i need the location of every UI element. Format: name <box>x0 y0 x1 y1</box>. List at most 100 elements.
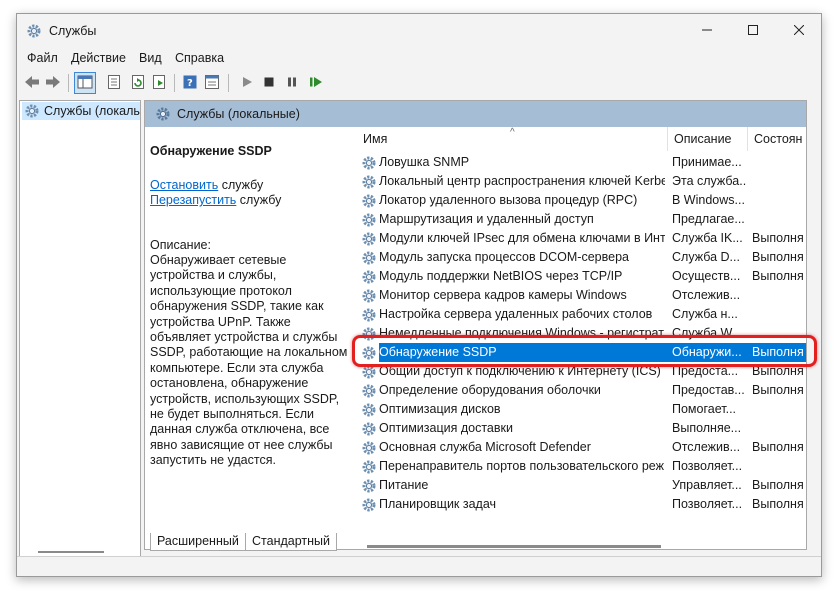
column-status-label: Состоян <box>754 132 803 146</box>
selected-service-title: Обнаружение SSDP <box>150 144 272 158</box>
table-row[interactable]: Локальный центр распространения ключей K… <box>357 172 806 191</box>
service-name-cell: Определение оборудования оболочки <box>361 381 665 400</box>
table-row[interactable]: Планировщик задач Позволяет... Выполня <box>357 495 806 514</box>
table-row[interactable]: Модуль запуска процессов DCOM-сервера Слу… <box>357 248 806 267</box>
forward-button[interactable] <box>42 72 64 94</box>
gear-icon <box>361 326 377 342</box>
console-button[interactable] <box>201 72 223 94</box>
menu-view[interactable]: Вид <box>139 51 162 65</box>
table-row[interactable]: Перенаправитель портов пользовательского… <box>357 457 806 476</box>
gear-icon <box>361 212 377 228</box>
gear-icon <box>361 478 377 494</box>
table-row[interactable]: Общий доступ к подключению к Интернету (… <box>357 362 806 381</box>
gear-icon <box>24 103 40 119</box>
menu-action[interactable]: Действие <box>71 51 126 65</box>
service-name: Оптимизация доставки <box>379 421 513 435</box>
service-status: Выполня <box>752 497 804 511</box>
column-headers: ^ Имя Описание Состоян <box>357 127 806 151</box>
service-description: Осуществ... <box>672 269 741 283</box>
service-description-panel: Обнаружение SSDP Остановить службу Перез… <box>145 127 357 549</box>
service-description: Управляет... <box>672 478 742 492</box>
restart-service-button[interactable] <box>305 72 327 94</box>
pause-service-button[interactable] <box>281 72 303 94</box>
gear-icon <box>361 459 377 475</box>
table-row[interactable]: Модуль поддержки NetBIOS через TCP/IP Осу… <box>357 267 806 286</box>
gear-icon <box>155 106 171 122</box>
refresh-button[interactable] <box>127 72 149 94</box>
table-row[interactable]: Модули ключей IPsec для обмена ключами в… <box>357 229 806 248</box>
table-row[interactable]: Питание Управляет... Выполня <box>357 476 806 495</box>
help-button[interactable]: ? <box>179 72 201 94</box>
service-name-cell: Локатор удаленного вызова процедур (RPC) <box>361 191 665 210</box>
stop-service-link[interactable]: Остановить <box>150 178 218 192</box>
service-description: Отслежив... <box>672 288 741 302</box>
horizontal-scrollbar[interactable] <box>38 551 104 553</box>
restart-service-link[interactable]: Перезапустить <box>150 193 236 207</box>
service-status <box>752 172 806 191</box>
service-name-cell: Питание <box>361 476 665 495</box>
menu-file[interactable]: Файл <box>27 51 58 65</box>
column-header-status[interactable]: Состоян <box>748 127 806 151</box>
service-status <box>752 191 806 210</box>
table-row[interactable]: Оптимизация дисков Помогает... <box>357 400 806 419</box>
table-row[interactable]: Монитор сервера кадров камеры Windows Отс… <box>357 286 806 305</box>
tree-item-services-local[interactable]: Службы (локальные) <box>22 102 140 120</box>
service-name-cell: Настройка сервера удаленных рабочих стол… <box>361 305 665 324</box>
service-name: Модули ключей IPsec для обмена ключами в… <box>379 231 665 245</box>
svg-text:?: ? <box>187 78 193 89</box>
back-button[interactable] <box>21 72 43 94</box>
table-row[interactable]: Маршрутизация и удаленный доступ Предлага… <box>357 210 806 229</box>
gear-icon <box>361 250 377 266</box>
table-row[interactable]: Ловушка SNMP Принимае... <box>357 153 806 172</box>
description-label: Описание: <box>150 238 211 252</box>
tree-item-label: Службы (локальные) <box>44 104 140 118</box>
table-row[interactable]: Немедленные подключения Windows - регист… <box>357 324 806 343</box>
gear-icon <box>361 440 377 456</box>
properties-button[interactable] <box>103 72 125 94</box>
close-button[interactable] <box>776 14 822 48</box>
gear-icon <box>361 497 377 513</box>
service-name: Локатор удаленного вызова процедур (RPC) <box>379 193 638 207</box>
help-icon: ? <box>183 75 197 92</box>
export-list-button[interactable] <box>148 72 170 94</box>
column-header-description[interactable]: Описание <box>668 127 748 151</box>
service-name: Локальный центр распространения ключей K… <box>379 174 665 188</box>
back-arrow-icon <box>24 75 40 92</box>
service-description: Принимае... <box>672 155 742 169</box>
maximize-button[interactable] <box>730 14 776 48</box>
table-row[interactable]: Определение оборудования оболочки Предост… <box>357 381 806 400</box>
service-status: Выполня <box>752 364 804 378</box>
service-name-cell: Маршрутизация и удаленный доступ <box>361 210 665 229</box>
menu-bar: Файл Действие Вид Справка <box>17 49 821 69</box>
gear-icon <box>361 345 377 361</box>
menu-help[interactable]: Справка <box>175 51 224 65</box>
service-description: Предостав... <box>672 383 745 397</box>
table-row[interactable]: Локатор удаленного вызова процедур (RPC)… <box>357 191 806 210</box>
service-name-cell: Оптимизация дисков <box>361 400 665 419</box>
gear-icon <box>361 155 377 171</box>
stop-service-button[interactable] <box>258 72 280 94</box>
service-name: Модуль поддержки NetBIOS через TCP/IP <box>379 269 623 283</box>
tab-extended[interactable]: Расширенный <box>150 533 246 551</box>
service-description: Предоста... <box>672 364 739 378</box>
service-name: Настройка сервера удаленных рабочих стол… <box>379 307 653 321</box>
table-row[interactable]: Обнаружение SSDP Обнаружи... Выполня <box>357 343 806 362</box>
console-tree-button[interactable] <box>74 72 96 94</box>
restart-service-icon <box>309 76 323 91</box>
service-status: Выполня <box>752 383 804 397</box>
description-text: Обнаруживает сетевые устройства и службы… <box>150 253 348 468</box>
table-row[interactable]: Основная служба Microsoft Defender Отслеж… <box>357 438 806 457</box>
tab-standard[interactable]: Стандартный <box>245 533 337 551</box>
service-description: Позволяет... <box>672 459 743 473</box>
minimize-button[interactable] <box>684 14 730 48</box>
start-service-button[interactable] <box>236 72 258 94</box>
column-header-name[interactable]: Имя <box>357 127 668 151</box>
table-row[interactable]: Оптимизация доставки Выполняе... <box>357 419 806 438</box>
service-status: Выполня <box>752 478 804 492</box>
service-name-cell: Модуль поддержки NetBIOS через TCP/IP <box>361 267 665 286</box>
table-row[interactable]: Настройка сервера удаленных рабочих стол… <box>357 305 806 324</box>
service-name: Перенаправитель портов пользовательского… <box>379 459 665 473</box>
service-status <box>752 305 806 324</box>
service-description: Выполняе... <box>672 421 742 435</box>
service-name: Монитор сервера кадров камеры Windows <box>379 288 627 302</box>
